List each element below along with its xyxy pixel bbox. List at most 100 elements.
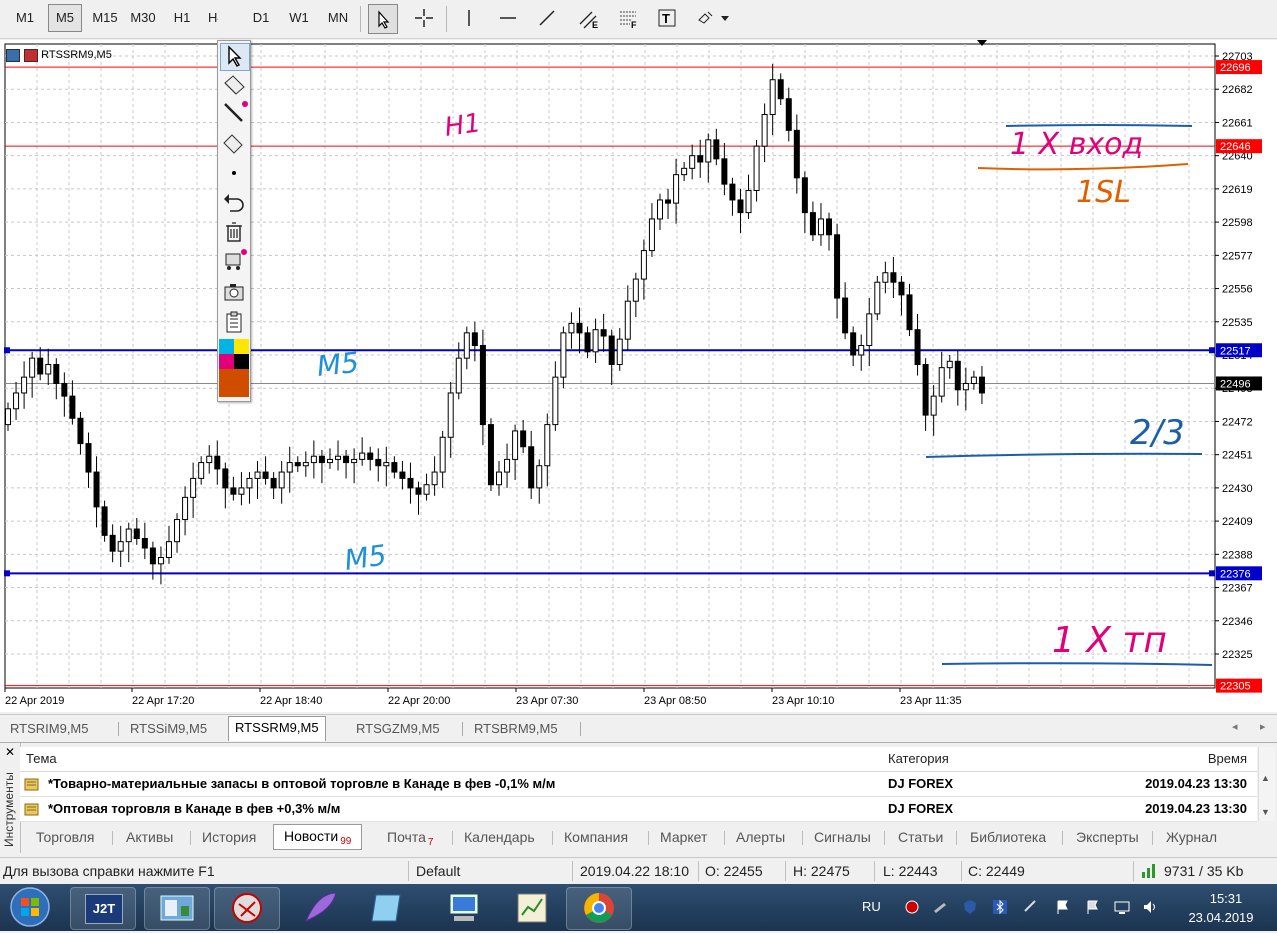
news-scrollbar[interactable]: ▲ ▼ [1258,747,1275,821]
palette-screenshot-button[interactable] [220,279,248,305]
palette-line-button[interactable] [220,99,248,125]
price-chart[interactable]: 22703 22682 22661 22640 22619 22598 22577 22556… [0,40,1277,712]
candle-bull [769,79,776,116]
taskbar-chrome-app[interactable] [566,887,632,930]
tray-stop-icon[interactable] [904,899,920,915]
tray-language-indicator[interactable]: RU [862,899,881,914]
tray-volume-icon[interactable] [1142,899,1158,915]
palette-delete-button[interactable] [220,219,248,245]
timeframe-mn-button[interactable]: MN [325,5,351,31]
tray-monitor-icon[interactable] [1114,899,1130,915]
timeframe-d1-button[interactable]: D1 [250,5,272,31]
palette-arrow-button[interactable] [220,43,250,71]
symbol-tab-rtsgzm9[interactable]: RTSGZM9,M5 [350,718,446,740]
palette-dot-button[interactable] [220,159,248,185]
symbol-tab-rtsbrm9[interactable]: RTSBRM9,M5 [468,718,564,740]
tray-bluetooth-icon[interactable] [992,899,1008,915]
arrow-pointer-icon [228,45,242,67]
text-tool-button[interactable]: T [653,4,681,32]
candle-bear [520,430,527,448]
candle-bull [512,430,519,460]
taskbar-j2t-app[interactable]: J2T [70,887,136,930]
equidistant-channel-button[interactable]: E [574,4,602,32]
timeframe-h4-button[interactable]: H4 [208,5,218,31]
crosshair-tool-button[interactable] [410,4,438,32]
tray-flag-icon[interactable] [1054,899,1070,915]
tray-action-center-icon[interactable] [1084,899,1100,915]
swatch-cyan[interactable] [219,339,234,354]
symbol-tab-rtssim9[interactable]: RTSSiM9,M5 [124,718,213,740]
horizontal-line-tool-button[interactable] [494,4,522,32]
candle-bull [45,363,52,375]
scroll-down-icon[interactable]: ▼ [1261,807,1270,817]
terminal-close-icon[interactable]: ✕ [5,745,15,759]
tray-usb-icon[interactable] [1022,899,1038,915]
scroll-up-icon[interactable]: ▲ [1261,773,1270,783]
chart-canvas[interactable]: 2270322682226612264022619225982257722556… [0,40,1277,712]
tab-articles[interactable]: Статьи [888,826,953,848]
tab-journal[interactable]: Журнал [1156,826,1227,848]
vertical-line-tool-button[interactable] [455,4,483,32]
tab-assets[interactable]: Активы [116,826,183,848]
status-profile[interactable]: Default [416,863,460,879]
symbol-tab-rtsrim9[interactable]: RTSRIM9,M5 [4,718,95,740]
tab-alerts[interactable]: Алерты [726,826,795,848]
cursor-tool-button[interactable] [368,4,398,34]
palette-trolley-button[interactable] [220,247,248,273]
timeframe-m30-button[interactable]: M30 [127,5,159,31]
swatch-yellow[interactable] [234,339,249,354]
annotation-tp: 1 X тп [1052,620,1167,661]
timeframe-m1-button[interactable]: M1 [12,5,38,31]
candle-bull [858,345,865,356]
taskbar-notepad-app[interactable] [356,887,420,928]
clock-time[interactable]: 15:31 [1196,891,1256,906]
palette-clipboard-button[interactable] [220,309,248,335]
palette-eraser-button[interactable] [220,129,248,155]
column-category-header[interactable]: Категория [888,747,949,771]
tab-trade[interactable]: Торговля [26,826,104,848]
taskbar-remote-desktop-app[interactable] [432,887,496,928]
trendline-tool-button[interactable] [533,4,561,32]
tab-experts[interactable]: Эксперты [1066,826,1149,848]
tab-company[interactable]: Компания [554,826,638,848]
tray-network-cable-icon[interactable] [932,899,948,915]
marker-icon [224,75,245,95]
tab-calendar[interactable]: Календарь [454,826,545,848]
symbol-tab-rtssrm9[interactable]: RTSSRM9,M5 [228,716,326,741]
timeframe-h1-button[interactable]: H1 [170,5,194,31]
swatch-selected-orange[interactable] [219,369,249,397]
timeframe-m15-button[interactable]: M15 [89,5,121,31]
column-time-header[interactable]: Время [1208,747,1247,771]
fibonacci-tool-button[interactable]: F [614,4,642,32]
swatch-magenta[interactable] [219,354,234,369]
news-row[interactable]: *Оптовая торговля в Канаде в фев +0,3% м… [20,797,1257,822]
palette-color-swatches[interactable] [219,339,249,399]
tabs-scroll-left-icon[interactable]: ◂ [1232,720,1238,733]
timeframe-m5-button[interactable]: M5 [48,4,82,32]
taskbar-chart-app[interactable] [500,887,564,928]
tab-market[interactable]: Маркет [650,826,717,848]
start-button[interactable] [6,885,54,930]
timeframe-w1-button[interactable]: W1 [286,5,312,31]
candle-bear [890,272,897,283]
tab-news[interactable]: Новости 99 [273,824,363,850]
tab-signals[interactable]: Сигналы [804,826,881,848]
palette-marker-button[interactable] [220,73,248,99]
tab-mail[interactable]: Почта 7 [377,826,443,848]
clock-date[interactable]: 23.04.2019 [1180,910,1262,925]
drawing-palette[interactable] [217,40,251,402]
tabs-scroll-right-icon[interactable]: ▸ [1260,720,1266,733]
taskbar-window-app[interactable] [144,887,210,930]
shapes-dropdown-button[interactable] [692,4,732,32]
palette-undo-button[interactable] [220,189,248,215]
swatch-black[interactable] [234,354,249,369]
tray-shield-icon[interactable] [962,899,978,915]
tab-library[interactable]: Библиотека [960,826,1056,848]
taskbar-feather-app[interactable] [288,887,352,928]
taskbar-screen-capture-app[interactable] [214,887,280,930]
cursor-icon [378,10,390,29]
news-row[interactable]: *Товарно-материальные запасы в оптовой т… [20,772,1257,797]
connection-status-icon[interactable] [1140,862,1158,880]
tab-history[interactable]: История [192,826,266,848]
column-topic-header[interactable]: Тема [26,747,57,771]
